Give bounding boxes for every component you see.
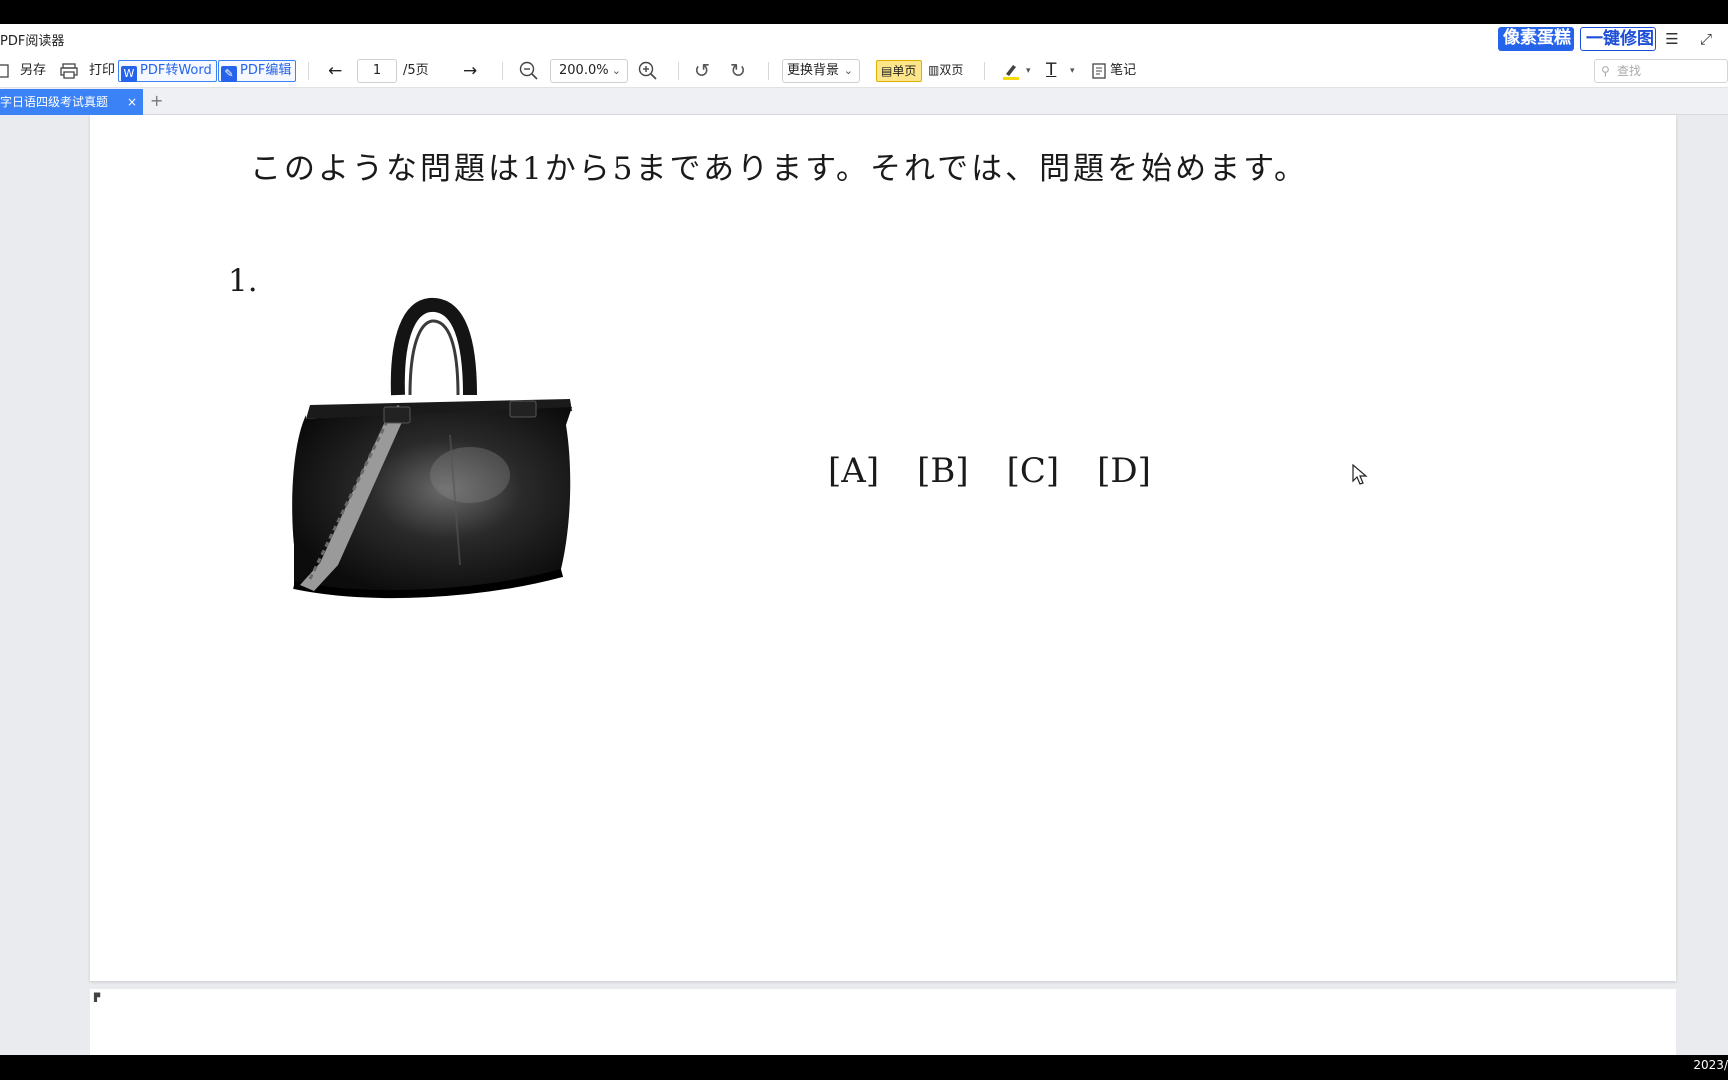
print-button[interactable]: 打印 xyxy=(89,59,115,83)
pdf-edit-button[interactable]: ✎ PDF编辑 xyxy=(218,60,297,82)
intro-text: このような問題は1から5まであります。それでは、問題を始めます。 xyxy=(250,151,1309,187)
system-clock: 2023/ xyxy=(1693,1058,1728,1072)
search-placeholder: 查找 xyxy=(1617,64,1642,78)
chevron-down-icon: ⌄ xyxy=(843,64,853,77)
zoom-out-icon[interactable] xyxy=(519,59,539,83)
highlight-dropdown-icon[interactable]: ▾ xyxy=(1026,59,1031,83)
single-page-toggle[interactable]: ▤单页 xyxy=(876,60,922,82)
word-icon: W xyxy=(121,66,137,82)
notes-button[interactable]: 笔记 xyxy=(1092,59,1136,83)
new-tab-icon[interactable]: + xyxy=(150,91,163,110)
toolbar-divider xyxy=(678,62,679,80)
pixel-cake-promo-button[interactable]: 像素蛋糕 xyxy=(1498,27,1574,51)
text-dropdown-icon[interactable]: ▾ xyxy=(1070,59,1075,83)
screen-top-band xyxy=(0,0,1728,24)
choice-d: [D] xyxy=(1097,451,1151,491)
chevron-down-icon: ⌄ xyxy=(611,64,621,77)
close-icon[interactable]: × xyxy=(127,89,137,115)
search-input[interactable]: ⚲ 查找 xyxy=(1594,59,1728,83)
choice-a: [A] xyxy=(828,451,880,491)
tab-document-label: 字日语四级考试真题 xyxy=(0,95,109,109)
next-pdf-page: ▛ xyxy=(90,989,1676,1055)
rotate-left-icon[interactable]: ↺ xyxy=(694,59,710,83)
notes-label: 笔记 xyxy=(1110,63,1137,78)
change-background-label: 更换背景 xyxy=(787,63,840,78)
tab-document[interactable]: 字日语四级考试真题 × xyxy=(0,89,143,115)
choice-b: [B] xyxy=(917,451,969,491)
next-page-icon[interactable]: → xyxy=(463,59,477,83)
zoom-in-icon[interactable] xyxy=(638,59,658,83)
page-corner-mark: ▛ xyxy=(94,993,101,1002)
single-page-icon: ▤ xyxy=(881,64,893,78)
total-pages-label: /5页 xyxy=(403,63,429,78)
toolbar-divider xyxy=(984,62,985,80)
doctor-bag-image xyxy=(270,295,610,615)
highlight-icon[interactable] xyxy=(1002,59,1020,83)
double-page-icon: ▥ xyxy=(928,63,940,77)
change-background-select[interactable]: 更换背景 ⌄ xyxy=(782,59,860,83)
toolbar-divider xyxy=(308,62,309,80)
pdf-to-word-label: PDF转Word xyxy=(140,63,212,78)
zoom-level-value: 200.0% xyxy=(559,63,609,78)
fullscreen-icon[interactable]: ⤢ xyxy=(1696,29,1716,49)
one-click-retouch-button[interactable]: 一键修图 xyxy=(1580,27,1656,51)
document-viewport[interactable]: このような問題は1から5まであります。それでは、問題を始めます。 1. [A] … xyxy=(0,115,1728,1055)
pdf-to-word-button[interactable]: W PDF转Word xyxy=(118,60,217,82)
zoom-level-select[interactable]: 200.0% ⌄ xyxy=(550,59,628,83)
toolbar-divider xyxy=(502,62,503,80)
pdf-page: このような問題は1から5まであります。それでは、問題を始めます。 1. [A] … xyxy=(90,115,1676,981)
double-page-toggle[interactable]: ▥双页 xyxy=(924,60,970,82)
app-title: PDF阅读器 xyxy=(0,34,65,49)
screen-bottom-band xyxy=(0,1055,1728,1080)
mouse-cursor-icon xyxy=(1352,464,1368,485)
rotate-right-icon[interactable]: ↻ xyxy=(730,59,746,83)
single-page-label: 单页 xyxy=(892,64,917,78)
save-as-button[interactable]: 另存 xyxy=(20,59,46,83)
search-icon: ⚲ xyxy=(1601,64,1610,78)
choice-c: [C] xyxy=(1006,451,1060,491)
toolbar-divider xyxy=(768,62,769,80)
edit-icon: ✎ xyxy=(221,66,237,82)
question-number: 1. xyxy=(228,263,258,299)
save-as-icon[interactable] xyxy=(0,59,10,83)
pdf-edit-label: PDF编辑 xyxy=(240,63,292,78)
print-icon[interactable] xyxy=(60,59,78,83)
pdf-reader-window: PDF阅读器 像素蛋糕 一键修图 ☰ ⤢ 另存 打印 W PDF转Word ✎ PD… xyxy=(0,0,1728,1080)
page-number-input[interactable]: 1 xyxy=(357,59,397,83)
document-tab-bar: 字日语四级考试真题 × + xyxy=(0,88,1728,115)
prev-page-icon[interactable]: ← xyxy=(328,59,342,83)
double-page-label: 双页 xyxy=(939,63,964,77)
menu-icon[interactable]: ☰ xyxy=(1662,29,1682,49)
text-icon[interactable]: T xyxy=(1046,58,1056,82)
answer-choices: [A] [B] [C] [D] xyxy=(828,451,1151,491)
title-bar: PDF阅读器 像素蛋糕 一键修图 ☰ ⤢ xyxy=(0,24,1728,54)
main-toolbar: 另存 打印 W PDF转Word ✎ PDF编辑 ← xyxy=(0,54,1728,88)
